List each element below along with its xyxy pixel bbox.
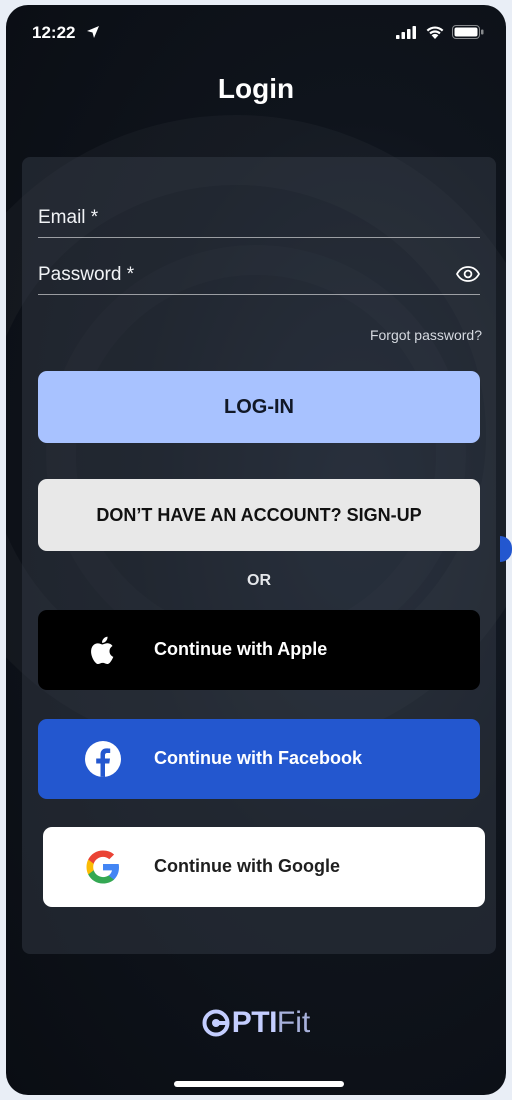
logo-text-light: Fit xyxy=(276,1006,311,1039)
status-time: 12:22 xyxy=(32,23,76,42)
home-indicator[interactable] xyxy=(174,1081,344,1087)
apple-icon xyxy=(91,636,114,665)
email-field[interactable]: Email * xyxy=(38,197,480,239)
or-divider: OR xyxy=(247,572,271,589)
location-arrow-icon xyxy=(87,26,99,38)
google-icon xyxy=(86,850,119,884)
continue-with-apple-button[interactable]: Continue with Apple xyxy=(38,610,480,690)
side-handle xyxy=(500,536,512,562)
forgot-password-link[interactable]: Forgot password? xyxy=(370,327,482,343)
optifit-logo: PTI Fit xyxy=(6,1003,506,1043)
google-button-label: Continue with Google xyxy=(154,856,340,876)
cellular-signal-icon xyxy=(396,26,416,39)
eye-icon[interactable] xyxy=(456,266,480,282)
apple-button-label: Continue with Apple xyxy=(154,639,328,659)
login-card: Email * Password * Forgot password? LOG-… xyxy=(22,157,496,954)
facebook-icon xyxy=(85,741,121,777)
continue-with-facebook-button[interactable]: Continue with Facebook xyxy=(38,719,480,799)
status-bar: 12:22 xyxy=(6,5,506,57)
page-title: Login xyxy=(217,73,295,104)
facebook-button-label: Continue with Facebook xyxy=(154,748,363,768)
password-field[interactable]: Password * xyxy=(38,254,480,296)
password-input[interactable] xyxy=(38,254,442,296)
battery-icon xyxy=(452,25,484,39)
login-button[interactable]: LOG-IN xyxy=(38,371,480,443)
continue-with-google-button[interactable]: Continue with Google xyxy=(43,827,485,907)
signup-button[interactable]: DON’T HAVE AN ACCOUNT? SIGN-UP xyxy=(38,479,480,551)
logo-text-bold: PTI xyxy=(231,1006,278,1039)
wifi-icon xyxy=(426,26,444,39)
email-input[interactable] xyxy=(38,197,442,239)
logo-o-icon xyxy=(202,1009,230,1037)
phone-screen: 12:22 Login Email * Password * Forgot pa… xyxy=(6,5,506,1095)
